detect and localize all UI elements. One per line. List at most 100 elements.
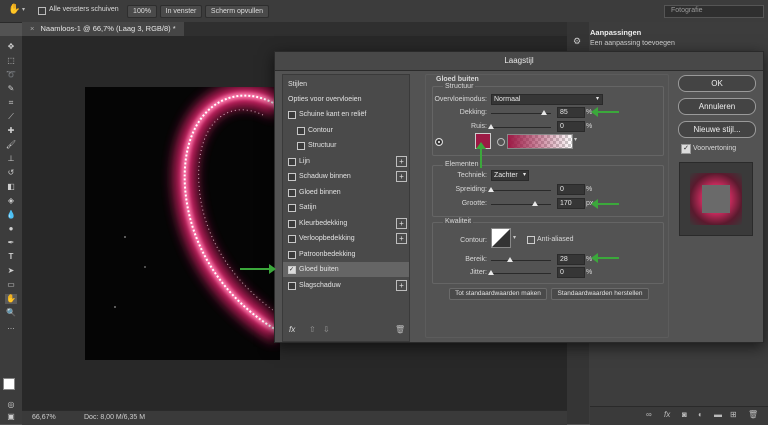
- history-brush-tool-icon[interactable]: ↺: [5, 168, 17, 178]
- zoom-100-button[interactable]: 100%: [127, 5, 157, 18]
- noise-slider-knob[interactable]: [488, 124, 494, 129]
- chevron-down-icon[interactable]: ▾: [574, 136, 577, 143]
- adjustments-panel-icon[interactable]: ⚙: [573, 36, 581, 47]
- jitter-slider[interactable]: [491, 273, 551, 274]
- style-item[interactable]: Satijn: [283, 200, 409, 215]
- style-item[interactable]: Verloopbedekking +: [283, 231, 409, 246]
- add-effect-icon[interactable]: +: [396, 279, 407, 291]
- style-item[interactable]: Kleurbedekking +: [283, 216, 409, 231]
- technique-select[interactable]: Zachter ▾: [491, 170, 529, 181]
- style-item[interactable]: Slagschaduw +: [283, 278, 409, 293]
- style-item[interactable]: Contour: [283, 123, 409, 138]
- size-slider-knob[interactable]: [532, 201, 538, 206]
- spread-slider-knob[interactable]: [488, 187, 494, 192]
- add-effect-icon[interactable]: +: [396, 155, 407, 167]
- style-item-checkbox[interactable]: [288, 173, 296, 181]
- quick-mask-icon[interactable]: ◎: [5, 400, 17, 410]
- workspace-select[interactable]: Fotografie: [664, 5, 764, 18]
- lasso-tool-icon[interactable]: ➰: [5, 70, 17, 80]
- link-layers-icon[interactable]: ∞: [646, 410, 652, 419]
- quick-select-tool-icon[interactable]: ✎: [5, 84, 17, 94]
- jitter-field[interactable]: 0: [557, 267, 585, 278]
- anti-aliased-checkbox[interactable]: [527, 236, 535, 244]
- brush-tool-icon[interactable]: 🖌: [5, 140, 17, 150]
- screen-mode-icon[interactable]: ▣: [5, 412, 17, 422]
- style-item[interactable]: Structuur: [283, 138, 409, 153]
- range-slider-knob[interactable]: [507, 257, 513, 262]
- fit-window-button[interactable]: In venster: [160, 5, 202, 18]
- ok-button[interactable]: OK: [678, 75, 756, 92]
- add-effect-icon[interactable]: +: [396, 233, 407, 244]
- blur-tool-icon[interactable]: 💧: [5, 210, 17, 220]
- style-item[interactable]: Patroonbedekking: [283, 247, 409, 262]
- make-default-button[interactable]: Tot standaardwaarden maken: [449, 288, 547, 300]
- hand-tool-icon[interactable]: ✋: [8, 4, 20, 15]
- marquee-tool-icon[interactable]: ⬚: [5, 56, 17, 66]
- size-slider[interactable]: [491, 204, 551, 205]
- solid-color-radio[interactable]: [435, 138, 443, 146]
- move-down-icon[interactable]: ⇩: [323, 325, 330, 334]
- folder-icon[interactable]: ▬: [714, 410, 722, 419]
- close-icon[interactable]: ×: [30, 24, 34, 33]
- range-slider[interactable]: [491, 260, 551, 261]
- document-tab[interactable]: × Naamloos-1 @ 66,7% (Laag 3, RGB/8) *: [22, 22, 184, 36]
- style-item[interactable]: ✓ Gloed buiten: [283, 262, 409, 277]
- chevron-down-icon[interactable]: ▾: [513, 234, 516, 241]
- trash-icon[interactable]: 🗑: [395, 325, 405, 334]
- type-tool-icon[interactable]: T: [5, 252, 17, 262]
- stamp-tool-icon[interactable]: ⊥: [5, 154, 17, 164]
- style-item[interactable]: Lijn +: [283, 154, 409, 169]
- crop-tool-icon[interactable]: ⌗: [5, 98, 17, 108]
- path-select-tool-icon[interactable]: ➤: [5, 266, 17, 276]
- jitter-slider-knob[interactable]: [488, 270, 494, 275]
- style-item[interactable]: Schaduw binnen +: [283, 169, 409, 184]
- style-item-checkbox[interactable]: [288, 250, 296, 259]
- trash-icon[interactable]: 🗑: [748, 410, 758, 419]
- styles-header[interactable]: Stijlen: [283, 77, 409, 92]
- rectangle-tool-icon[interactable]: ▭: [5, 280, 17, 290]
- fx-icon[interactable]: fx: [664, 410, 670, 419]
- spread-field[interactable]: 0: [557, 184, 585, 195]
- size-field[interactable]: 170: [557, 198, 585, 209]
- pen-tool-icon[interactable]: ✒: [5, 238, 17, 248]
- style-item[interactable]: Gloed binnen: [283, 185, 409, 200]
- document-canvas[interactable]: [85, 87, 280, 360]
- style-item-checkbox[interactable]: [288, 188, 296, 197]
- style-item-checkbox[interactable]: ✓: [288, 266, 296, 274]
- noise-slider[interactable]: [491, 127, 551, 128]
- new-layer-icon[interactable]: ⊞: [730, 410, 737, 419]
- style-item-checkbox[interactable]: [288, 157, 296, 166]
- glow-gradient-swatch[interactable]: [507, 134, 573, 149]
- mask-icon[interactable]: ◙: [682, 410, 687, 419]
- style-item[interactable]: Schuine kant en reliëf: [283, 107, 409, 122]
- eyedropper-tool-icon[interactable]: ⟋: [5, 112, 17, 122]
- blend-mode-select[interactable]: Normaal ▾: [491, 94, 603, 105]
- style-item-checkbox[interactable]: [297, 126, 305, 135]
- add-effect-icon[interactable]: +: [396, 171, 407, 182]
- blend-options-item[interactable]: Opties voor overvloeien: [283, 92, 409, 107]
- style-item-checkbox[interactable]: [288, 235, 296, 243]
- opacity-field[interactable]: 85: [557, 107, 585, 118]
- move-tool-icon[interactable]: ✥: [5, 42, 17, 52]
- new-style-button[interactable]: Nieuwe stijl...: [678, 121, 756, 138]
- paint-bucket-tool-icon[interactable]: ◈: [5, 196, 17, 206]
- cancel-button[interactable]: Annuleren: [678, 98, 756, 115]
- preview-checkbox[interactable]: ✓: [681, 144, 691, 154]
- fill-screen-button[interactable]: Scherm opvullen: [205, 5, 269, 18]
- add-effect-icon[interactable]: +: [396, 217, 407, 229]
- style-item-checkbox[interactable]: [297, 142, 305, 150]
- noise-field[interactable]: 0: [557, 121, 585, 132]
- more-tools-icon[interactable]: …: [5, 322, 17, 332]
- style-item-checkbox[interactable]: [288, 111, 296, 119]
- dodge-tool-icon[interactable]: ●: [5, 224, 17, 234]
- range-field[interactable]: 28: [557, 254, 585, 265]
- hand-tool-icon[interactable]: ✋: [5, 294, 17, 304]
- gradient-radio[interactable]: [497, 138, 505, 146]
- healing-tool-icon[interactable]: ✚: [5, 126, 17, 136]
- spread-slider[interactable]: [491, 190, 551, 191]
- chevron-down-icon[interactable]: ▾: [22, 6, 25, 13]
- move-up-icon[interactable]: ⇧: [309, 325, 316, 334]
- zoom-tool-icon[interactable]: 🔍: [5, 308, 17, 318]
- style-item-checkbox[interactable]: [288, 219, 296, 228]
- scroll-all-checkbox[interactable]: [38, 7, 46, 15]
